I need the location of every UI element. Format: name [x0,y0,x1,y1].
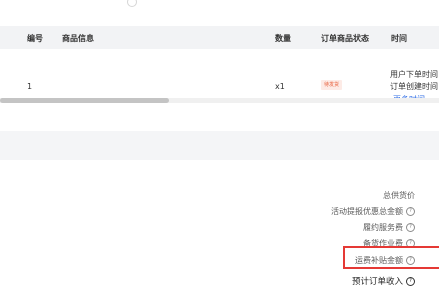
summary-row-expected-income: 预计订单收入 ? [352,275,415,287]
top-section [0,0,439,26]
table-header: 编号 商品信息 数量 订单商品状态 时间 [0,26,439,49]
header-time: 时间 [391,34,407,43]
summary-row-total-price: 总供货价 [383,190,415,201]
header-quantity: 数量 [275,34,291,43]
order-items-table: 编号 商品信息 数量 订单商品状态 时间 1 x1 待发货 用户下单时间 订单创… [0,26,439,131]
row-index: 1 [27,82,33,91]
expected-income-label: 预计订单收入 [351,277,403,287]
header-index: 编号 [27,34,43,43]
summary-row-activity-discount: 活动提报优惠总金额 ? [331,206,415,217]
table-row: 1 x1 待发货 用户下单时间 订单创建时间 更多时间 [0,49,439,131]
question-circle-icon[interactable]: ? [406,207,415,216]
order-created-time-label: 订单创建时间 [390,82,438,91]
activity-discount-label: 活动提报优惠总金额 [331,207,403,216]
order-placed-time-label: 用户下单时间 [390,70,438,79]
header-item-status: 订单商品状态 [321,34,369,43]
radio-icon[interactable] [127,0,137,7]
question-circle-icon[interactable]: ? [406,276,415,286]
fulfillment-fee-label: 履约服务费 [363,223,403,232]
summary-row-fulfillment-fee: 履约服务费 ? [363,222,415,233]
header-product-info: 商品信息 [62,34,94,43]
row-quantity: x1 [275,82,285,91]
total-price-label: 总供货价 [383,191,415,200]
status-badge: 待发货 [321,80,343,90]
horizontal-scrollbar-thumb[interactable] [0,98,169,103]
question-circle-icon[interactable]: ? [406,223,415,232]
highlight-annotation [343,246,439,269]
